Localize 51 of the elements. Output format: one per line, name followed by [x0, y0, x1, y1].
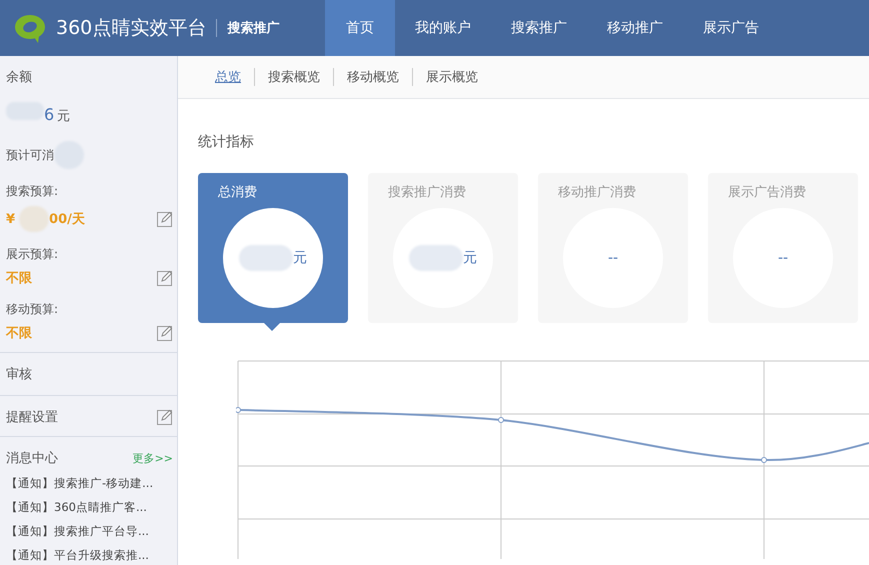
overview-tab[interactable]: 搜索概览	[255, 68, 333, 86]
balance-label: 余额	[6, 70, 32, 85]
nav-tab[interactable]: 我的账户	[395, 0, 491, 56]
overview-tab[interactable]: 展示概览	[413, 68, 491, 86]
logo-icon	[12, 12, 48, 44]
notice-link[interactable]: 【通知】平台升级搜索推...	[6, 548, 149, 563]
notice-link[interactable]: 【通知】搜索推广平台导...	[6, 524, 149, 539]
message-center-title: 消息中心	[6, 450, 58, 467]
blurred-value	[239, 245, 293, 271]
card-unit: 元	[293, 249, 307, 267]
edit-icon[interactable]	[157, 409, 173, 425]
forecast-label: 预计可消	[6, 146, 54, 164]
card-value: --	[778, 250, 788, 266]
card-title: 展示广告消费	[728, 184, 807, 201]
edit-icon[interactable]	[157, 211, 173, 227]
balance-value: 6	[44, 105, 54, 124]
edit-icon[interactable]	[157, 270, 173, 286]
card-title: 总消费	[218, 184, 258, 201]
budget-label: 移动预算:	[6, 301, 60, 318]
card-title: 移动推广消费	[558, 184, 637, 201]
blurred-value	[409, 245, 463, 271]
product-name: 搜索推广	[227, 20, 280, 37]
platform-title: 360点睛实效平台	[56, 16, 206, 41]
overview-tab[interactable]: 总览	[202, 68, 254, 86]
blurred-value	[19, 206, 50, 232]
nav-tab[interactable]: 移动推广	[587, 0, 683, 56]
card-title: 搜索推广消费	[388, 184, 467, 201]
review-label[interactable]: 审核	[6, 367, 32, 382]
notice-link[interactable]: 【通知】搜索推广-移动建...	[6, 476, 154, 491]
budget-value: 00/天	[49, 211, 85, 228]
nav-tab[interactable]: 搜索推广	[491, 0, 587, 56]
budget-value: 不限	[6, 270, 32, 287]
card-value: --	[608, 250, 618, 266]
nav-tab[interactable]: 首页	[325, 0, 395, 56]
edit-icon[interactable]	[157, 325, 173, 341]
pointer-arrow-icon	[263, 322, 281, 331]
metric-card[interactable]: 总消费 元	[198, 173, 348, 323]
card-unit: 元	[463, 249, 477, 267]
currency-sign: ¥	[6, 212, 16, 226]
metric-card[interactable]: 搜索推广消费 元	[368, 173, 518, 323]
reminder-settings-label[interactable]: 提醒设置	[6, 408, 58, 426]
budget-value: 不限	[6, 325, 32, 342]
metric-card[interactable]: 移动推广消费 --	[538, 173, 688, 323]
budget-label: 展示预算:	[6, 246, 60, 263]
budget-label: 搜索预算:	[6, 183, 60, 200]
nav-tab[interactable]: 展示广告	[683, 0, 779, 56]
metric-card[interactable]: 展示广告消费 --	[708, 173, 858, 323]
notice-link[interactable]: 【通知】360点睛推广客...	[6, 500, 147, 515]
overview-tab[interactable]: 移动概览	[334, 68, 412, 86]
balance-unit: 元	[57, 108, 70, 125]
section-title: 统计指标	[198, 133, 255, 151]
